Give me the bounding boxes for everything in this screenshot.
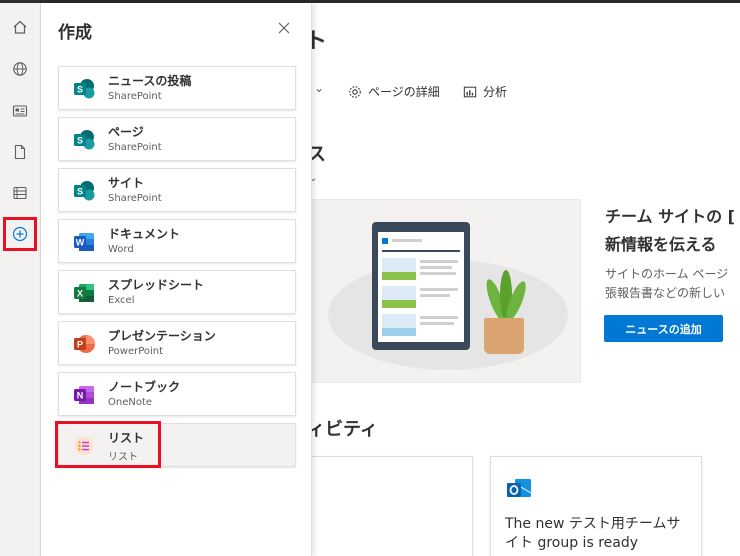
gear-icon [349, 85, 361, 98]
tablet-illustration [372, 222, 470, 350]
panel-title: 作成 [58, 23, 92, 43]
svg-text:S: S [77, 85, 83, 95]
svg-text:S: S [77, 136, 83, 146]
item-title: サイト [108, 176, 145, 190]
create-news-post-item[interactable]: S ニュースの投稿 SharePoint [58, 66, 296, 110]
item-subtitle: SharePoint [108, 193, 162, 204]
analytics-icon [463, 86, 477, 97]
create-site-item[interactable]: S サイト SharePoint [58, 168, 296, 212]
item-title: ニュースの投稿 [108, 74, 192, 88]
item-title: プレゼンテーション [108, 329, 216, 343]
news-button[interactable] [5, 96, 35, 126]
create-page-item[interactable]: S ページ SharePoint [58, 117, 296, 161]
item-title: スプレッドシート [108, 278, 205, 292]
item-subtitle: Word [108, 244, 134, 255]
sharepoint-icon: S [74, 130, 95, 150]
svg-text:P: P [77, 340, 83, 350]
item-subtitle: OneNote [108, 397, 153, 408]
files-button[interactable] [5, 137, 35, 167]
svg-text:W: W [76, 238, 85, 248]
svg-text:X: X [77, 289, 83, 299]
sharepoint-icon: S [74, 79, 95, 99]
list-icon [13, 186, 27, 200]
add-news-button[interactable]: ニュースの追加 [604, 315, 723, 342]
globe-icon [13, 62, 27, 76]
create-icon [12, 226, 28, 242]
home-button[interactable] [5, 12, 35, 42]
app-bar [0, 3, 41, 556]
page-details-label: ページの詳細 [368, 85, 440, 99]
document-icon [14, 144, 26, 160]
hero-description-line1: サイトのホーム ページ [605, 267, 729, 281]
close-button[interactable] [275, 19, 293, 37]
sites-button[interactable] [5, 54, 35, 84]
excel-icon: X [74, 284, 94, 302]
activity-section-heading: ィビティ [307, 419, 378, 440]
sharepoint-icon: S [74, 181, 95, 201]
item-subtitle: PowerPoint [108, 346, 164, 357]
chevron-down-icon[interactable]: ⌄ [314, 81, 324, 95]
item-subtitle: Excel [108, 295, 135, 306]
item-title: ページ [108, 125, 144, 139]
word-icon: W [74, 233, 94, 251]
activity-card[interactable]: The new テスト用チームサ イト group is ready [490, 456, 702, 556]
create-button[interactable] [3, 217, 37, 251]
plant-pot-illustration [484, 318, 524, 354]
activity-card[interactable] [303, 456, 473, 556]
svg-text:N: N [77, 391, 84, 401]
analytics-command[interactable]: 分析 [463, 83, 507, 100]
powerpoint-icon: P [74, 335, 95, 353]
home-icon [13, 20, 27, 34]
svg-text:S: S [77, 187, 83, 197]
item-title: ドキュメント [108, 227, 181, 241]
create-list-item[interactable]: リスト リスト [58, 423, 296, 467]
create-presentation-item[interactable]: P プレゼンテーション PowerPoint [58, 321, 296, 365]
hero-description-line2: 張報告書などの新しい [605, 286, 726, 300]
item-subtitle: SharePoint [108, 91, 162, 102]
item-subtitle: SharePoint [108, 142, 162, 153]
lists-button[interactable] [5, 178, 35, 208]
create-notebook-item[interactable]: N ノートブック OneNote [58, 372, 296, 416]
hero-heading-line2: 新情報を伝える [605, 235, 717, 254]
analytics-label: 分析 [483, 85, 508, 99]
item-title: リスト [108, 431, 145, 445]
create-panel: 作成 S ニュースの投稿 SharePoint S ページ SharePoint [41, 3, 312, 556]
create-spreadsheet-item[interactable]: X スプレッドシート Excel [58, 270, 296, 314]
news-icon [12, 105, 28, 117]
outlook-icon [507, 479, 532, 497]
lists-icon [74, 436, 94, 456]
create-document-item[interactable]: W ドキュメント Word [58, 219, 296, 263]
news-hero-illustration [311, 199, 581, 383]
onenote-icon: N [74, 386, 94, 404]
hero-heading-line1: チーム サイトの [ [605, 207, 735, 226]
item-title: ノートブック [108, 380, 181, 394]
page-details-command[interactable]: ページの詳細 [348, 83, 440, 100]
close-icon [278, 22, 290, 34]
item-subtitle: リスト [108, 452, 138, 463]
activity-card-text: The new テスト用チームサ イト group is ready [505, 516, 681, 551]
